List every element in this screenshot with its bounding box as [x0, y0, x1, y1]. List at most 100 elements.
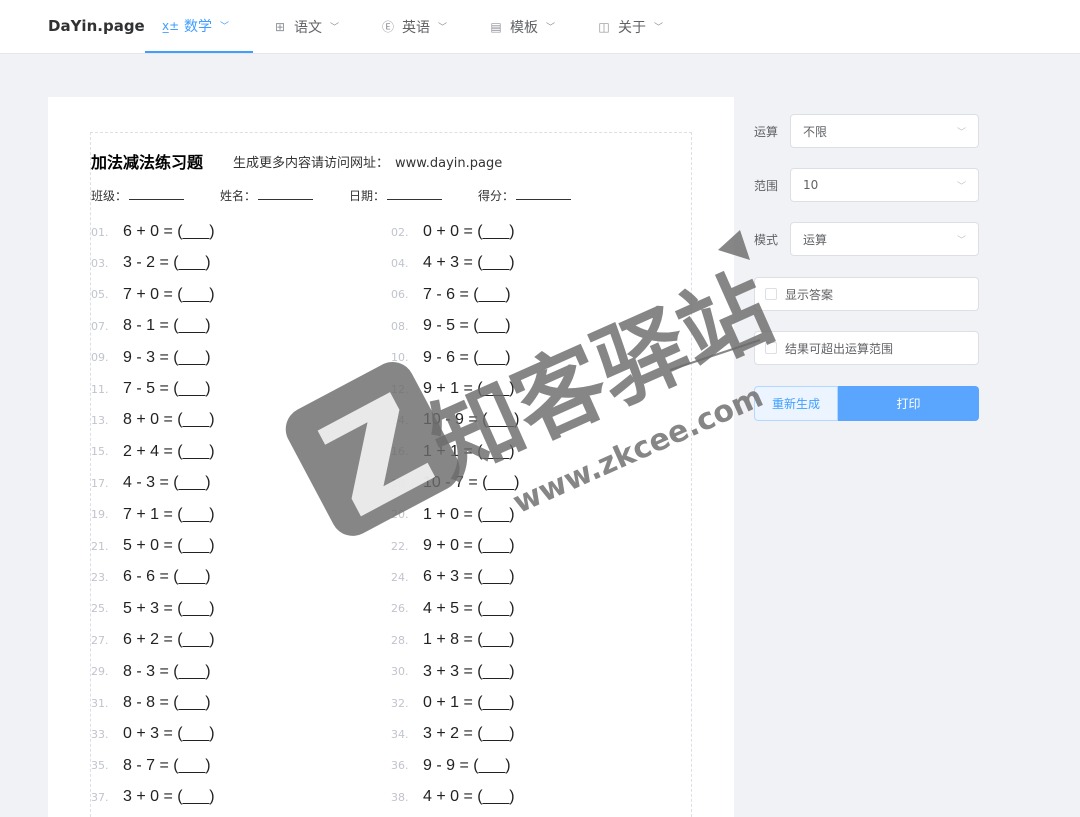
- menu-english[interactable]: Ⓔ 英语 ﹀: [380, 0, 447, 53]
- problem-number: 23.: [91, 570, 109, 584]
- menu-about[interactable]: ◫ 关于 ﹀: [596, 0, 663, 53]
- problem-number: 17.: [91, 476, 109, 490]
- problem-number: 27.: [91, 633, 109, 647]
- problem-item: 18. 10 - 7 = (___): [391, 472, 520, 494]
- worksheet-paper: 加法减法练习题 生成更多内容请访问网址： www.dayin.page 班级： 姓…: [48, 97, 734, 817]
- worksheet-sheet: 加法减法练习题 生成更多内容请访问网址： www.dayin.page 班级： 姓…: [90, 132, 692, 817]
- problem-number: 32.: [391, 696, 409, 710]
- problem-expression: 6 + 3 = (___): [423, 568, 515, 586]
- problem-expression: 0 + 0 = (___): [423, 223, 515, 240]
- problem-item: 19. 7 + 1 = (___): [91, 504, 215, 526]
- problem-item: 20. 1 + 0 = (___): [391, 504, 515, 526]
- operation-select[interactable]: 不限 ﹀: [790, 114, 979, 148]
- problem-number: 26.: [391, 602, 409, 616]
- problem-expression: 6 - 6 = (___): [123, 568, 211, 586]
- operation-label: 运算: [754, 124, 779, 139]
- problem-number: 28.: [391, 633, 409, 647]
- range-label: 范围: [754, 178, 779, 193]
- problem-expression: 8 + 0 = (___): [123, 411, 215, 429]
- menu-english-label: 英语: [402, 19, 430, 36]
- problem-item: 34. 3 + 2 = (___): [391, 723, 515, 745]
- exceed-range-checkbox[interactable]: 结果可超出运算范围: [754, 331, 979, 365]
- problem-item: 31. 8 - 8 = (___): [91, 692, 211, 714]
- problem-expression: 10 - 7 = (___): [423, 474, 520, 492]
- problem-item: 16. 1 + 1 = (___): [391, 441, 515, 463]
- problem-expression: 1 + 1 = (___): [423, 442, 515, 460]
- problem-expression: 4 + 5 = (___): [423, 599, 515, 617]
- problem-item: 04. 4 + 3 = (___): [391, 252, 515, 274]
- problem-item: 08. 9 - 5 = (___): [391, 315, 511, 337]
- problem-item: 10. 9 - 6 = (___): [391, 347, 511, 369]
- problem-expression: 9 - 9 = (___): [423, 756, 511, 774]
- problem-expression: 7 + 0 = (___): [123, 285, 215, 303]
- menu-template-label: 模板: [510, 19, 538, 36]
- problem-number: 11.: [91, 382, 109, 396]
- problem-number: 05.: [91, 288, 109, 302]
- problem-item: 28. 1 + 8 = (___): [391, 629, 515, 651]
- problem-expression: 1 + 8 = (___): [423, 631, 515, 649]
- problem-number: 37.: [91, 790, 109, 804]
- show-answer-label: 显示答案: [785, 287, 834, 302]
- problem-number: 13.: [91, 413, 109, 427]
- field-line: [258, 188, 314, 200]
- chevron-down-icon: ﹀: [956, 127, 966, 138]
- problem-item: 02. 0 + 0 = (___): [391, 221, 515, 243]
- problem-item: 26. 4 + 5 = (___): [391, 598, 515, 620]
- field-name: 姓名：: [220, 187, 314, 204]
- problem-number: 01.: [91, 225, 109, 239]
- operation-value: 不限: [803, 124, 828, 139]
- menu-about-label: 关于: [618, 19, 646, 36]
- problem-number: 20.: [391, 508, 409, 522]
- mode-row: 模式 运算 ﹀: [754, 222, 979, 256]
- problem-expression: 3 - 2 = (___): [123, 254, 211, 272]
- print-button[interactable]: 打印: [838, 386, 979, 421]
- subtitle-url: www.dayin.page: [395, 156, 503, 171]
- worksheet-title: 加法减法练习题: [91, 153, 204, 172]
- brand-logo[interactable]: DaYin.page: [48, 17, 145, 35]
- exceed-range-label: 结果可超出运算范围: [785, 341, 894, 356]
- problem-number: 04.: [391, 256, 409, 270]
- problem-item: 01. 6 + 0 = (___): [91, 221, 215, 243]
- range-value: 10: [803, 178, 819, 192]
- problem-item: 30. 3 + 3 = (___): [391, 661, 515, 683]
- english-icon: Ⓔ: [381, 20, 394, 34]
- checkbox-box[interactable]: [765, 288, 777, 300]
- mode-value: 运算: [803, 232, 828, 247]
- problem-number: 14.: [391, 413, 409, 427]
- problem-item: 32. 0 + 1 = (___): [391, 692, 515, 714]
- problem-item: 29. 8 - 3 = (___): [91, 661, 211, 683]
- mode-select[interactable]: 运算 ﹀: [790, 222, 979, 256]
- field-line: [129, 188, 185, 200]
- problem-expression: 3 + 0 = (___): [123, 788, 215, 806]
- problem-number: 10.: [391, 351, 409, 365]
- show-answer-checkbox[interactable]: 显示答案: [754, 277, 979, 311]
- range-select[interactable]: 10 ﹀: [790, 168, 979, 202]
- menu-math[interactable]: x̲± 数学 ﹀: [145, 0, 253, 53]
- problem-expression: 2 + 4 = (___): [123, 442, 215, 460]
- field-class: 班级：: [91, 187, 185, 204]
- regenerate-button[interactable]: 重新生成: [754, 386, 838, 421]
- problem-expression: 9 - 3 = (___): [123, 348, 211, 366]
- menu-chinese-label: 语文: [294, 19, 322, 36]
- problem-number: 02.: [391, 225, 409, 239]
- problem-item: 25. 5 + 3 = (___): [91, 598, 215, 620]
- problem-expression: 8 - 1 = (___): [123, 317, 211, 335]
- problem-number: 22.: [391, 539, 409, 553]
- problem-number: 33.: [91, 727, 109, 741]
- problem-number: 31.: [91, 696, 109, 710]
- formula-icon: x̲±: [162, 18, 180, 33]
- problem-item: 06. 7 - 6 = (___): [391, 284, 511, 306]
- problem-item: 17. 4 - 3 = (___): [91, 472, 211, 494]
- problem-number: 24.: [391, 570, 409, 584]
- menu-template[interactable]: ▤ 模板 ﹀: [488, 0, 555, 53]
- problem-expression: 9 + 1 = (___): [423, 380, 515, 397]
- action-buttons: 重新生成 打印: [754, 386, 979, 421]
- problem-expression: 4 + 3 = (___): [423, 254, 515, 272]
- problem-number: 36.: [391, 759, 409, 773]
- checkbox-box[interactable]: [765, 342, 777, 354]
- field-line: [387, 188, 443, 200]
- menu-chinese[interactable]: ⊞ 语文 ﹀: [272, 0, 339, 53]
- problem-item: 33. 0 + 3 = (___): [91, 723, 215, 745]
- problem-item: 27. 6 + 2 = (___): [91, 629, 215, 651]
- problem-expression: 7 - 5 = (___): [123, 380, 211, 397]
